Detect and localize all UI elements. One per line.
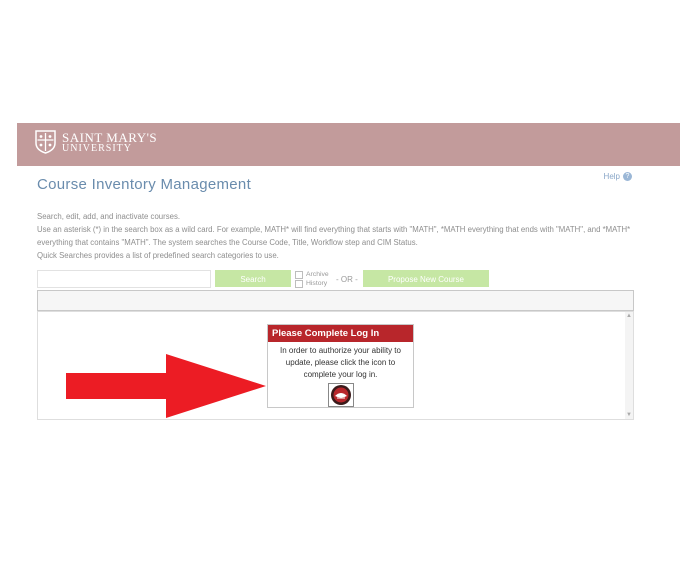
search-button[interactable]: Search bbox=[215, 270, 291, 287]
description-line: Search, edit, add, and inactivate course… bbox=[37, 212, 181, 221]
logo-line2: UNIVERSITY bbox=[62, 142, 132, 154]
or-separator: - OR - bbox=[336, 275, 358, 284]
logo-line1: SAINT MARY'S bbox=[62, 129, 158, 145]
description-line: Use an asterisk (*) in the search box as… bbox=[37, 225, 631, 247]
login-logo-icon[interactable] bbox=[328, 383, 354, 407]
history-checkbox[interactable] bbox=[295, 279, 303, 288]
scroll-down-icon[interactable]: ▼ bbox=[626, 412, 632, 418]
crest-icon bbox=[35, 130, 56, 154]
history-label: History bbox=[306, 280, 328, 287]
page-description: Search, edit, add, and inactivate course… bbox=[37, 210, 637, 262]
login-popup: Please Complete Log In In order to autho… bbox=[267, 324, 414, 408]
history-option[interactable]: History bbox=[295, 279, 329, 288]
results-scrollbar[interactable]: ▲ ▼ bbox=[625, 312, 633, 419]
login-popup-message: In order to authorize your ability to up… bbox=[280, 346, 401, 379]
archive-option[interactable]: Archive bbox=[295, 270, 329, 279]
question-icon: ? bbox=[623, 172, 632, 181]
description-line: Quick Searches provides a list of predef… bbox=[37, 251, 279, 260]
help-link[interactable]: Help ? bbox=[604, 172, 632, 181]
university-logo[interactable]: SAINT MARY'S UNIVERSITY bbox=[35, 130, 157, 154]
page-title: Course Inventory Management bbox=[37, 176, 252, 193]
scroll-up-icon[interactable]: ▲ bbox=[626, 313, 632, 319]
login-popup-title: Please Complete Log In bbox=[268, 325, 413, 342]
archive-checkbox[interactable] bbox=[295, 270, 303, 279]
help-label: Help bbox=[603, 172, 620, 181]
archive-label: Archive bbox=[306, 271, 329, 278]
propose-new-course-button[interactable]: Propose New Course bbox=[363, 270, 489, 287]
header-banner: SAINT MARY'S UNIVERSITY bbox=[17, 123, 680, 166]
search-options: Archive History bbox=[295, 270, 329, 288]
search-input[interactable] bbox=[37, 270, 211, 288]
red-arrow-icon bbox=[66, 354, 266, 418]
results-header bbox=[37, 290, 634, 311]
